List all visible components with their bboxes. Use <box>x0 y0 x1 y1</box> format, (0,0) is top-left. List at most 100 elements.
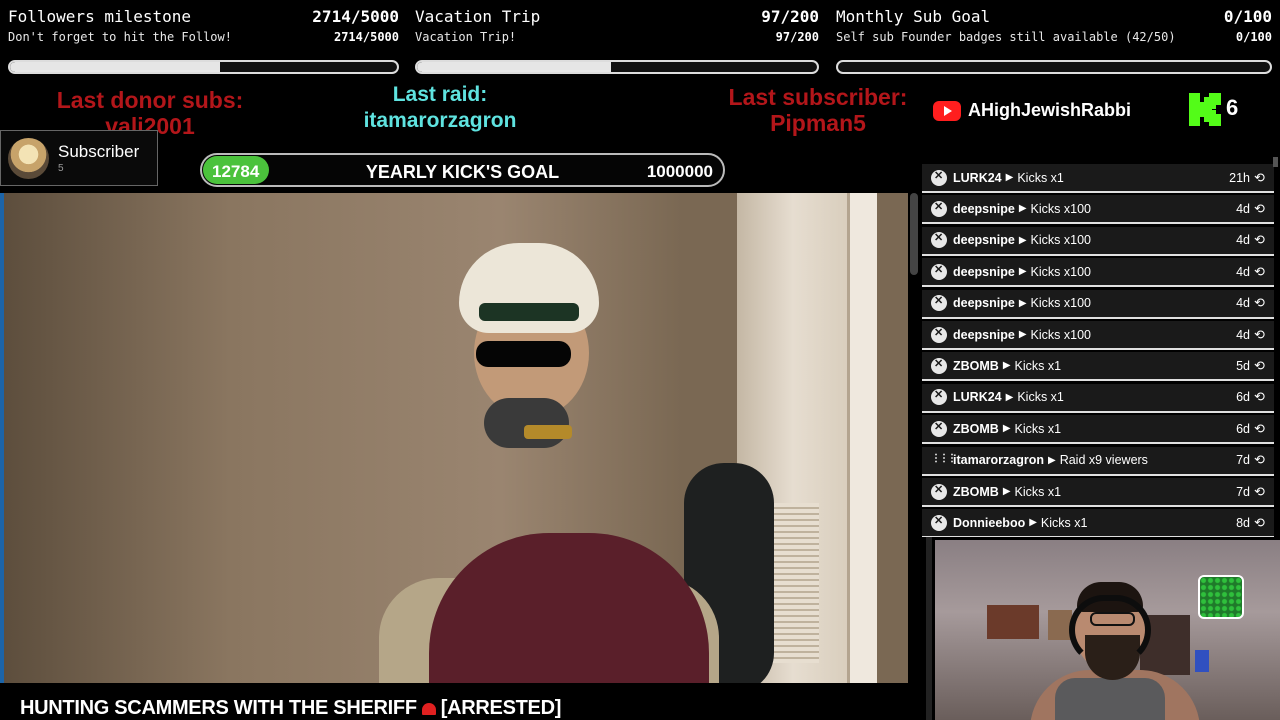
replay-icon[interactable]: ⟲ <box>1254 452 1268 468</box>
kick-icon <box>931 420 947 437</box>
video-title-suffix: [ARRESTED] <box>440 697 562 719</box>
event-action: Raid x9 viewers <box>1059 453 1148 468</box>
replay-icon[interactable]: ⟲ <box>1254 421 1268 437</box>
event-action: Kicks x100 <box>1030 264 1091 279</box>
goal-count: 97/200 <box>761 7 819 26</box>
kick-icon <box>931 294 947 312</box>
goal-subtitle: Self sub Founder badges still available … <box>836 30 1176 44</box>
goal-count-secondary: 0/100 <box>1235 30 1272 44</box>
video-title: HUNTING SCAMMERS WITH THE SHERIFF [ARREST… <box>0 688 920 720</box>
goal-progress-fill <box>417 62 611 72</box>
event-action: Kicks x1 <box>1014 421 1062 436</box>
event-row: deepsnipe▶Kicks x100 4d ⟲ <box>922 321 1274 350</box>
webcam-border <box>926 537 932 720</box>
event-action: Kicks x1 <box>1017 170 1064 185</box>
wall-poster <box>987 605 1039 639</box>
replay-icon[interactable]: ⟲ <box>1254 389 1268 405</box>
event-time: 4d <box>1236 327 1250 342</box>
replay-icon[interactable]: ⟲ <box>1254 515 1268 531</box>
goal-progress-bar <box>836 60 1272 74</box>
replay-icon[interactable]: ⟲ <box>1254 295 1268 311</box>
replay-icon[interactable]: ⟲ <box>1254 201 1268 217</box>
yearly-goal-label: YEARLY KICK'S GOAL <box>365 162 560 182</box>
event-action: Kicks x1 <box>1017 390 1064 405</box>
video-phone <box>524 425 572 439</box>
main-video[interactable] <box>4 193 908 683</box>
arrow-icon: ▶ <box>1018 234 1027 246</box>
goal-progress-bar <box>8 60 399 74</box>
goal-progress-fill <box>10 62 221 72</box>
last-subscriber-label: Last subscriber: <box>728 84 908 110</box>
arrow-icon: ▶ <box>1002 486 1011 497</box>
youtube-channel-name: AHighJewishRabbi <box>968 100 1132 120</box>
goal-title: Monthly Sub Goal <box>836 7 991 26</box>
event-user: Donnieeboo <box>953 515 1026 530</box>
subscriber-count: 5 <box>58 163 64 174</box>
last-donor-label: Last donor subs: <box>56 87 244 113</box>
replay-icon[interactable]: ⟲ <box>1254 327 1268 343</box>
streamer-tanktop <box>1055 678 1165 720</box>
event-user: ZBOMB <box>953 358 999 373</box>
video-door-frame <box>847 193 877 683</box>
event-action: Kicks x100 <box>1030 327 1091 342</box>
event-row: ZBOMB▶Kicks x1 5d ⟲ <box>922 352 1274 382</box>
replay-icon[interactable]: ⟲ <box>1254 232 1268 248</box>
event-action: Kicks x100 <box>1030 201 1091 216</box>
event-time: 4d <box>1236 264 1250 279</box>
replay-icon[interactable]: ⟲ <box>1254 484 1268 500</box>
kick-icon <box>931 357 947 374</box>
event-row: ZBOMB▶Kicks x1 7d ⟲ <box>922 478 1274 507</box>
arrow-icon: ▶ <box>1002 360 1011 372</box>
arrow-icon: ▶ <box>1048 454 1056 466</box>
goal-count-secondary: 2714/5000 <box>333 30 399 44</box>
avatar <box>8 138 49 179</box>
arrow-icon: ▶ <box>1018 203 1027 215</box>
video-scrollbar[interactable] <box>910 193 918 275</box>
event-time: 7d <box>1236 453 1250 468</box>
event-row: itamarorzagron ▶Raid x9 viewers 7d ⟲ <box>922 446 1274 476</box>
event-action: Kicks x100 <box>1030 296 1091 311</box>
arrow-icon: ▶ <box>1029 517 1037 529</box>
kick-count: 6 <box>1226 95 1239 120</box>
last-subscriber: Last subscriber: Pipman5 <box>700 84 936 136</box>
event-row: deepsnipe▶Kicks x100 4d ⟲ <box>922 258 1274 288</box>
event-row: Donnieeboo▶Kicks x1 8d ⟲ <box>922 509 1274 537</box>
subscriber-label: Subscriber <box>58 142 140 161</box>
blue-object <box>1195 650 1209 672</box>
kick-icon <box>931 388 947 406</box>
siren-icon <box>421 702 436 715</box>
goal-followers: Followers milestone 2714/5000 Don't forg… <box>8 0 399 80</box>
event-user: itamarorzagron <box>953 453 1044 468</box>
event-user: deepsnipe <box>953 264 1015 279</box>
arrow-icon: ▶ <box>1018 329 1027 340</box>
youtube-icon <box>933 100 961 121</box>
event-row: LURK24▶Kicks x1 6d ⟲ <box>922 383 1274 413</box>
kick-logo-icon <box>1189 93 1221 126</box>
event-time: 21h <box>1229 170 1250 185</box>
event-user: deepsnipe <box>953 233 1015 248</box>
arrow-icon: ▶ <box>1005 391 1014 403</box>
event-action: Kicks x1 <box>1014 484 1062 499</box>
video-title-text: HUNTING SCAMMERS WITH THE SHERIFF <box>20 697 417 719</box>
last-raid: Last raid: itamarorzagron <box>330 82 550 134</box>
goal-count: 0/100 <box>1223 7 1272 26</box>
goal-subtitle: Don't forget to hit the Follow! <box>8 30 232 44</box>
event-action: Kicks x100 <box>1030 233 1091 248</box>
event-time: 6d <box>1236 390 1250 405</box>
event-action: Kicks x1 <box>1040 515 1088 530</box>
event-time: 8d <box>1236 515 1250 530</box>
goal-vacation: Vacation Trip 97/200 Vacation Trip! 97/2… <box>415 0 819 80</box>
replay-icon[interactable]: ⟲ <box>1254 170 1268 186</box>
event-user: LURK24 <box>953 170 1002 185</box>
event-list-scrollbar[interactable] <box>1273 157 1278 167</box>
event-time: 7d <box>1236 484 1250 499</box>
goal-title: Vacation Trip <box>415 7 541 26</box>
arrow-icon: ▶ <box>1002 423 1011 435</box>
youtube-channel: AHighJewishRabbi <box>933 100 1131 121</box>
replay-icon[interactable]: ⟲ <box>1254 264 1268 280</box>
event-user: deepsnipe <box>953 296 1015 311</box>
video-sunglasses <box>476 341 571 367</box>
event-user: LURK24 <box>953 390 1002 405</box>
replay-icon[interactable]: ⟲ <box>1254 358 1268 374</box>
kick-icon <box>931 200 947 217</box>
